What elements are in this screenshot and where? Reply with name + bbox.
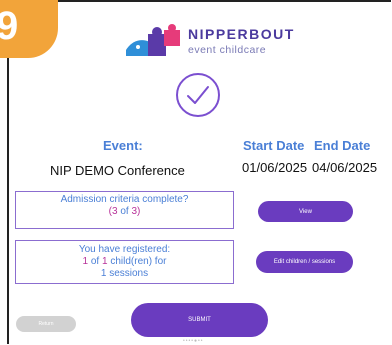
admission-count: (3 of 3) — [108, 206, 141, 217]
event-name: NIP DEMO Conference — [50, 163, 185, 178]
checkmark-circle-icon — [176, 73, 220, 117]
start-date-value: 01/06/2025 — [242, 160, 308, 175]
brand-name: NIPPERBOUT — [188, 26, 295, 42]
step-number: 9 — [0, 4, 19, 48]
view-button[interactable]: View — [258, 201, 353, 222]
edit-children-sessions-button[interactable]: Edit children / sessions — [256, 251, 353, 273]
return-button[interactable]: Return — [16, 316, 76, 332]
event-label: Event: — [103, 138, 143, 153]
submit-button[interactable]: SUBMIT — [131, 303, 268, 337]
registered-sessions: 1 sessions — [100, 268, 149, 279]
page-indicator: ••••●•• — [183, 338, 204, 344]
admission-question: Admission criteria complete? — [60, 194, 189, 205]
end-date-label: End Date — [314, 138, 371, 153]
registration-summary-box: You have registered: 1 of 1 child(ren) f… — [15, 240, 234, 284]
brand-logo: NIPPERBOUT event childcare — [124, 22, 314, 62]
registered-heading: You have registered: — [78, 244, 171, 255]
registered-children: 1 of 1 child(ren) for — [82, 256, 167, 267]
start-date-label: Start Date — [243, 138, 305, 153]
admission-criteria-box: Admission criteria complete? (3 of 3) — [15, 191, 234, 229]
logo-puzzle-icon — [126, 24, 180, 56]
end-date-value: 04/06/2025 — [312, 160, 378, 175]
brand-tagline: event childcare — [188, 44, 267, 56]
